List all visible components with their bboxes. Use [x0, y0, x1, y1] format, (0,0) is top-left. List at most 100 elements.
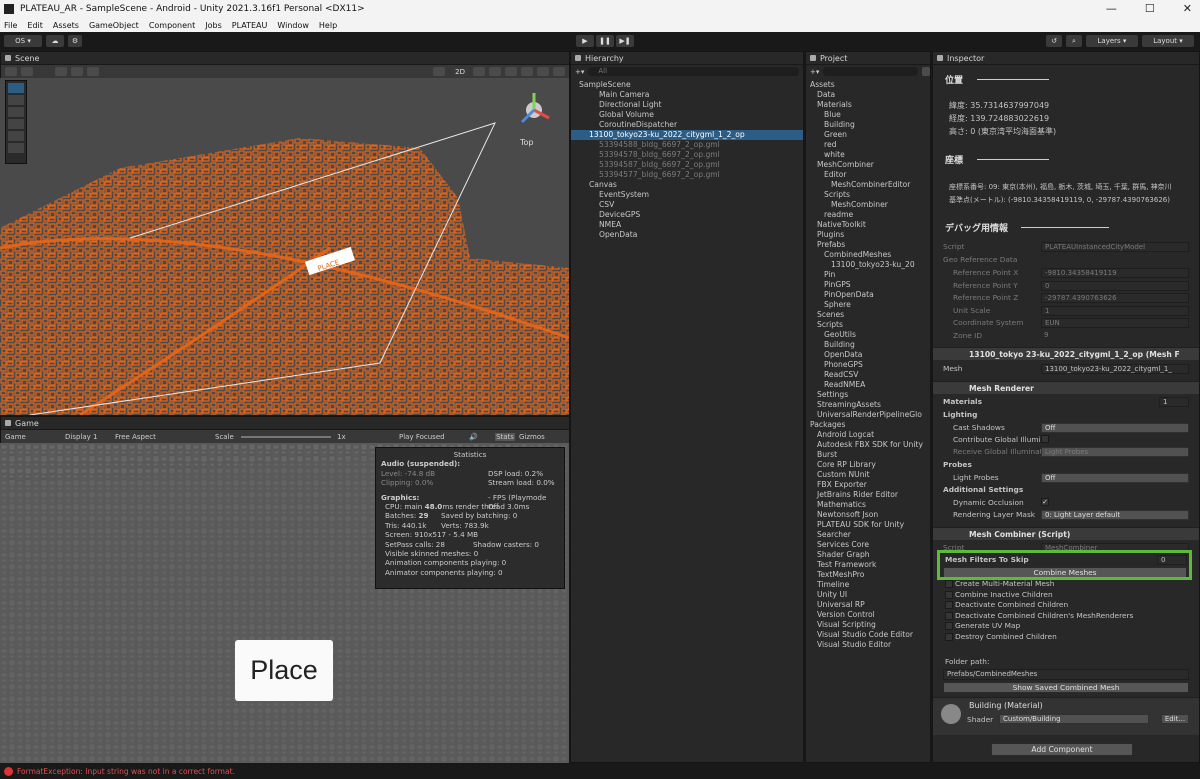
- project-item[interactable]: Materials: [806, 100, 930, 110]
- visibility-icon[interactable]: [521, 67, 533, 76]
- project-item[interactable]: Mathematics: [806, 500, 930, 510]
- project-item[interactable]: red: [806, 140, 930, 150]
- project-item[interactable]: white: [806, 150, 930, 160]
- menu-help[interactable]: Help: [319, 21, 337, 30]
- option-checkbox[interactable]: [945, 590, 953, 599]
- rect-tool-icon[interactable]: [8, 131, 24, 141]
- play-focused-dropdown[interactable]: Play Focused: [399, 433, 469, 441]
- hierarchy-item[interactable]: DeviceGPS: [571, 210, 803, 220]
- project-item[interactable]: MeshCombiner: [806, 160, 930, 170]
- project-item[interactable]: Shader Graph: [806, 550, 930, 560]
- option-checkbox[interactable]: [945, 611, 953, 620]
- project-item[interactable]: GeoUtils: [806, 330, 930, 340]
- close-icon[interactable]: ✕: [1183, 2, 1192, 15]
- place-button[interactable]: Place: [235, 640, 333, 701]
- combine-option[interactable]: Combine Inactive Children: [933, 590, 1199, 601]
- project-item[interactable]: Scripts: [806, 320, 930, 330]
- project-item[interactable]: MeshCombiner: [806, 200, 930, 210]
- project-item[interactable]: Scenes: [806, 310, 930, 320]
- scale-tool-icon[interactable]: [8, 119, 24, 129]
- hierarchy-item[interactable]: NMEA: [571, 220, 803, 230]
- project-item[interactable]: Plugins: [806, 230, 930, 240]
- stats-button[interactable]: Stats: [495, 432, 515, 441]
- project-item[interactable]: PhoneGPS: [806, 360, 930, 370]
- project-item[interactable]: JetBrains Rider Editor: [806, 490, 930, 500]
- project-item[interactable]: TextMeshPro: [806, 570, 930, 580]
- project-item[interactable]: Building: [806, 120, 930, 130]
- project-item[interactable]: Autodesk FBX SDK for Unity: [806, 440, 930, 450]
- combine-option[interactable]: Create Multi-Material Mesh: [933, 579, 1199, 590]
- project-item[interactable]: 13100_tokyo23-ku_20: [806, 260, 930, 270]
- menu-assets[interactable]: Assets: [53, 21, 79, 30]
- add-component-button[interactable]: Add Component: [991, 743, 1133, 756]
- filter-icon[interactable]: [922, 67, 930, 76]
- project-item[interactable]: Android Logcat: [806, 430, 930, 440]
- project-item[interactable]: Blue: [806, 110, 930, 120]
- search-icon[interactable]: ⌕: [1066, 35, 1082, 47]
- minimize-icon[interactable]: —: [1106, 2, 1117, 15]
- menu-window[interactable]: Window: [277, 21, 309, 30]
- orbit-icon[interactable]: [433, 67, 446, 76]
- status-bar[interactable]: FormatException: Input string was not in…: [0, 763, 1200, 779]
- menu-gameobject[interactable]: GameObject: [89, 21, 139, 30]
- maximize-icon[interactable]: ☐: [1145, 2, 1155, 15]
- project-item[interactable]: readme: [806, 210, 930, 220]
- project-item[interactable]: ReadNMEA: [806, 380, 930, 390]
- project-item[interactable]: UniversalRenderPipelineGlo: [806, 410, 930, 420]
- add-icon[interactable]: +▾: [810, 68, 819, 76]
- project-item[interactable]: Visual Scripting: [806, 620, 930, 630]
- project-item[interactable]: Unity UI: [806, 590, 930, 600]
- settings-icon[interactable]: ⚙: [68, 35, 82, 47]
- effects-icon[interactable]: [505, 67, 517, 76]
- camera-icon[interactable]: [537, 67, 549, 76]
- hierarchy-item[interactable]: Main Camera: [571, 90, 803, 100]
- project-item[interactable]: Prefabs: [806, 240, 930, 250]
- project-item[interactable]: Data: [806, 90, 930, 100]
- error-message[interactable]: FormatException: Input string was not in…: [17, 767, 235, 776]
- transform-tool-icon[interactable]: [8, 143, 24, 153]
- project-item[interactable]: Packages: [806, 420, 930, 430]
- snap-icon[interactable]: [87, 67, 99, 76]
- project-item[interactable]: ReadCSV: [806, 370, 930, 380]
- project-item[interactable]: PinGPS: [806, 280, 930, 290]
- mesh-renderer-header[interactable]: Mesh Renderer: [933, 381, 1199, 394]
- step-button[interactable]: ▶❚: [616, 35, 634, 47]
- option-checkbox[interactable]: [945, 601, 953, 609]
- project-item[interactable]: Pin: [806, 270, 930, 280]
- edit-shader-button[interactable]: Edit...: [1161, 714, 1189, 724]
- light-probes-dropdown[interactable]: Off: [1041, 473, 1189, 483]
- project-item[interactable]: Visual Studio Code Editor: [806, 630, 930, 640]
- cast-shadows-dropdown[interactable]: Off: [1041, 423, 1189, 433]
- dynamic-occlusion-checkbox[interactable]: ✓: [1041, 498, 1049, 506]
- mesh-combiner-header[interactable]: Mesh Combiner (Script): [933, 527, 1199, 540]
- project-item[interactable]: Custom NUnit: [806, 470, 930, 480]
- hierarchy-item[interactable]: 53394588_bldg_6697_2_op.gml: [571, 140, 803, 150]
- project-item[interactable]: Burst: [806, 450, 930, 460]
- aspect-dropdown[interactable]: Free Aspect: [115, 433, 215, 441]
- meshfilter-header[interactable]: 13100_tokyo 23-ku_2022_citygml_1_2_op (M…: [933, 347, 1199, 360]
- option-checkbox[interactable]: [945, 622, 953, 630]
- project-item[interactable]: PinOpenData: [806, 290, 930, 300]
- hierarchy-item[interactable]: Canvas: [571, 180, 803, 190]
- account-dropdown[interactable]: OS ▾: [4, 35, 42, 47]
- hierarchy-item[interactable]: EventSystem: [571, 190, 803, 200]
- project-item[interactable]: Test Framework: [806, 560, 930, 570]
- project-item[interactable]: Visual Studio Editor: [806, 640, 930, 650]
- project-item[interactable]: FBX Exporter: [806, 480, 930, 490]
- history-icon[interactable]: ↺: [1046, 35, 1062, 47]
- play-button[interactable]: ▶: [576, 35, 594, 47]
- pause-button[interactable]: ❚❚: [596, 35, 614, 47]
- hierarchy-item[interactable]: CoroutineDispatcher: [571, 120, 803, 130]
- project-item[interactable]: Services Core: [806, 540, 930, 550]
- hierarchy-tab[interactable]: Hierarchy: [571, 52, 803, 65]
- game-tab[interactable]: Game: [1, 417, 569, 430]
- scene-viewport[interactable]: PLACE Top: [0, 78, 569, 415]
- project-item[interactable]: OpenData: [806, 350, 930, 360]
- hierarchy-search[interactable]: All: [588, 67, 799, 76]
- menu-file[interactable]: File: [4, 21, 17, 30]
- contribute-gi-checkbox[interactable]: [1041, 435, 1049, 443]
- cloud-icon[interactable]: ☁: [46, 35, 64, 47]
- project-item[interactable]: Green: [806, 130, 930, 140]
- add-icon[interactable]: +▾: [575, 68, 584, 76]
- layout-dropdown[interactable]: Layout ▾: [1142, 35, 1194, 47]
